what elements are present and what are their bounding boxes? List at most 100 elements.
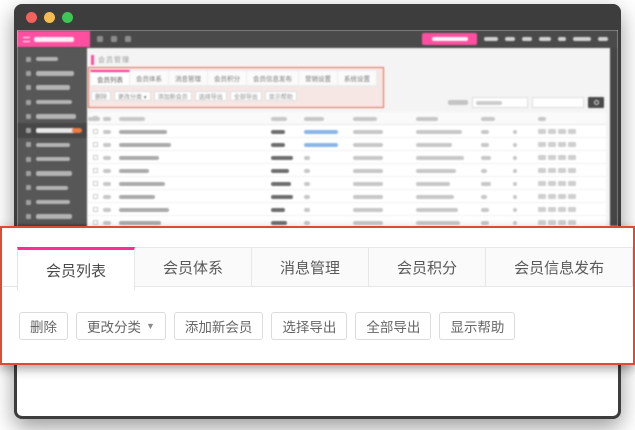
action-button-2[interactable] — [558, 155, 566, 160]
home-icon[interactable] — [125, 36, 131, 42]
magnified-tab-0[interactable]: 会员列表 — [17, 247, 135, 291]
bg-toolbar-button-4[interactable]: 全部导出 — [230, 91, 262, 101]
magnified-button-1[interactable]: 更改分类▼ — [76, 312, 166, 340]
column-header[interactable] — [416, 117, 438, 122]
column-header[interactable] — [304, 117, 324, 122]
row-checkbox[interactable] — [93, 181, 98, 186]
row-checkbox[interactable] — [93, 220, 98, 225]
action-button-1[interactable] — [548, 129, 556, 134]
row-checkbox[interactable] — [93, 207, 98, 212]
column-header[interactable] — [353, 117, 377, 122]
action-button-1[interactable] — [548, 142, 556, 147]
action-button-2[interactable] — [558, 220, 566, 225]
row-checkbox[interactable] — [93, 194, 98, 199]
bg-tab-1[interactable]: 会员体系 — [130, 70, 169, 86]
sidebar-item-10[interactable] — [17, 195, 87, 209]
row-checkbox[interactable] — [93, 142, 98, 147]
sidebar-item-6[interactable] — [17, 138, 87, 152]
action-button-3[interactable] — [568, 142, 576, 147]
column-header[interactable] — [119, 117, 145, 122]
magnified-button-4[interactable]: 全部导出 — [355, 312, 431, 340]
magnified-tab-4[interactable]: 会员信息发布 — [486, 247, 633, 287]
row-checkbox[interactable] — [93, 155, 98, 160]
magnified-button-3[interactable]: 选择导出 — [271, 312, 347, 340]
action-button-1[interactable] — [548, 220, 556, 225]
bg-tab-3[interactable]: 会员积分 — [208, 70, 247, 86]
sidebar-item-11[interactable] — [17, 209, 87, 223]
action-button-3[interactable] — [568, 207, 576, 212]
action-button-2[interactable] — [558, 181, 566, 186]
action-button-1[interactable] — [548, 155, 556, 160]
action-button-1[interactable] — [548, 194, 556, 199]
minimize-button[interactable] — [44, 12, 55, 23]
topbar-link-5[interactable] — [573, 37, 591, 41]
bg-tab-5[interactable]: 营销设置 — [299, 70, 338, 86]
sidebar-item-4[interactable] — [17, 109, 87, 123]
row-checkbox[interactable] — [93, 168, 98, 173]
search-button[interactable] — [588, 97, 604, 108]
bg-toolbar-button-1[interactable]: 更改分类 ▾ — [114, 91, 151, 101]
app-logo[interactable] — [17, 31, 90, 47]
column-header[interactable] — [103, 117, 111, 122]
column-header[interactable] — [88, 117, 100, 122]
category-select[interactable] — [472, 97, 528, 108]
topbar-link-3[interactable] — [539, 37, 551, 41]
window-scrollbar[interactable] — [610, 48, 618, 226]
action-button-1[interactable] — [548, 181, 556, 186]
email-link[interactable] — [304, 130, 338, 135]
column-header[interactable] — [538, 117, 546, 122]
magnified-tab-1[interactable]: 会员体系 — [135, 247, 252, 287]
action-button-2[interactable] — [558, 194, 566, 199]
email-link[interactable] — [304, 143, 338, 148]
bg-toolbar-button-3[interactable]: 选择导出 — [195, 91, 227, 101]
action-button-3[interactable] — [568, 181, 576, 186]
magnified-button-5[interactable]: 显示帮助 — [439, 312, 515, 340]
action-button-0[interactable] — [538, 207, 546, 212]
action-button-2[interactable] — [558, 168, 566, 173]
magnified-button-2[interactable]: 添加新会员 — [174, 312, 264, 340]
topbar-link-0[interactable] — [484, 37, 498, 41]
sidebar-item-9[interactable] — [17, 181, 87, 195]
action-button-1[interactable] — [548, 207, 556, 212]
sidebar-item-8[interactable] — [17, 166, 87, 180]
action-button-0[interactable] — [538, 155, 546, 160]
magnified-tab-3[interactable]: 会员积分 — [369, 247, 486, 287]
magnified-tab-2[interactable]: 消息管理 — [252, 247, 369, 287]
action-button-3[interactable] — [568, 155, 576, 160]
topbar-link-2[interactable] — [522, 37, 532, 41]
action-button-0[interactable] — [538, 181, 546, 186]
action-button-3[interactable] — [568, 129, 576, 134]
action-button-0[interactable] — [538, 168, 546, 173]
column-header[interactable] — [271, 117, 287, 122]
row-checkbox[interactable] — [93, 129, 98, 134]
action-button-3[interactable] — [568, 220, 576, 225]
action-button-0[interactable] — [538, 194, 546, 199]
action-button-3[interactable] — [568, 168, 576, 173]
action-button-2[interactable] — [558, 207, 566, 212]
bg-toolbar-button-0[interactable]: 删除 — [91, 91, 111, 101]
sidebar-item-0[interactable] — [17, 52, 87, 66]
topbar-primary-button[interactable] — [422, 33, 477, 45]
sidebar-item-1[interactable] — [17, 66, 87, 80]
action-button-0[interactable] — [538, 129, 546, 134]
action-button-2[interactable] — [558, 129, 566, 134]
bg-tab-2[interactable]: 消息管理 — [169, 70, 208, 86]
bg-tab-0[interactable]: 会员列表 — [90, 70, 130, 86]
close-button[interactable] — [26, 12, 37, 23]
bg-tab-4[interactable]: 会员信息发布 — [247, 70, 299, 86]
bg-tab-6[interactable]: 系统设置 — [338, 70, 377, 86]
sidebar-item-7[interactable] — [17, 152, 87, 166]
topbar-link-4[interactable] — [558, 37, 566, 41]
action-button-3[interactable] — [568, 194, 576, 199]
search-input[interactable] — [532, 97, 584, 108]
column-header[interactable] — [481, 117, 495, 122]
action-button-0[interactable] — [538, 142, 546, 147]
sidebar-item-2[interactable] — [17, 81, 87, 95]
action-button-0[interactable] — [538, 220, 546, 225]
zoom-button[interactable] — [62, 12, 73, 23]
magnified-button-0[interactable]: 删除 — [19, 312, 68, 340]
bg-toolbar-button-5[interactable]: 显示帮助 — [265, 91, 297, 101]
sidebar-item-5[interactable] — [17, 123, 87, 137]
action-button-2[interactable] — [558, 142, 566, 147]
action-button-1[interactable] — [548, 168, 556, 173]
